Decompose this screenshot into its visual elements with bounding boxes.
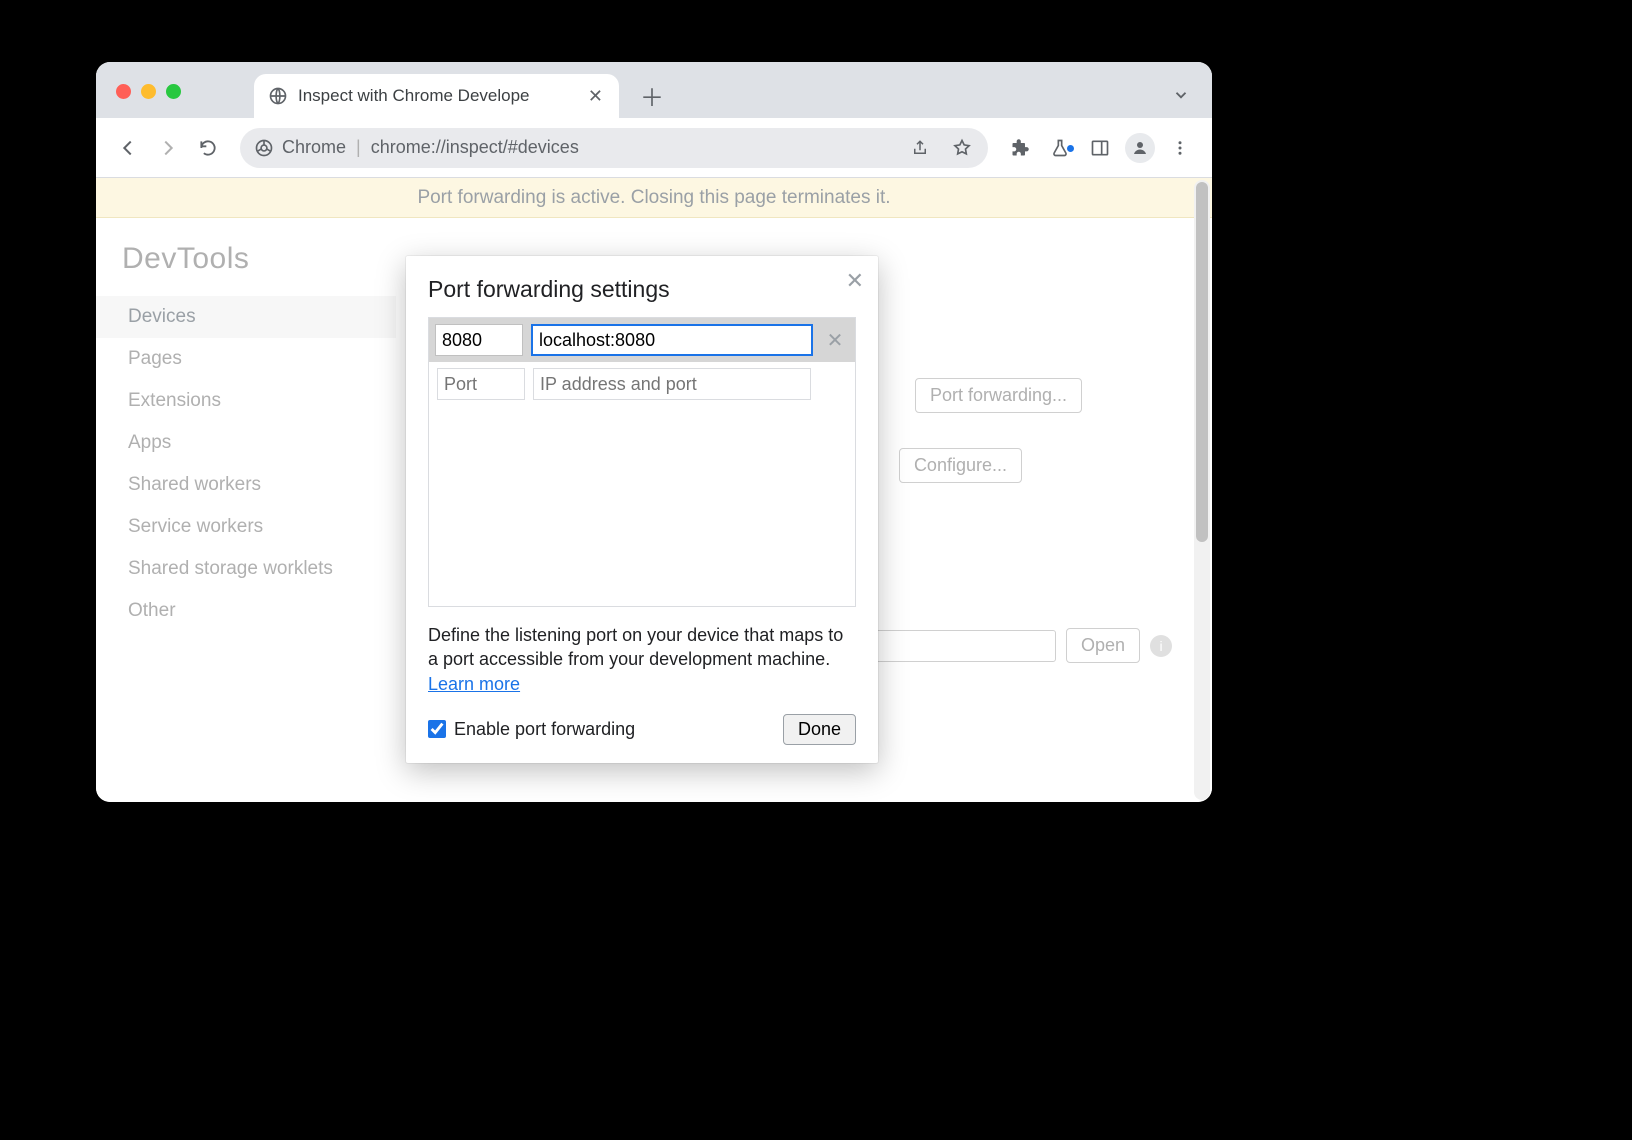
scrollbar[interactable] — [1194, 180, 1210, 800]
open-button[interactable]: Open — [1066, 628, 1140, 663]
site-chip-label: Chrome — [282, 137, 346, 158]
dialog-footer: Enable port forwarding Done — [428, 714, 856, 745]
profile-button[interactable] — [1122, 130, 1158, 166]
address-input[interactable] — [531, 324, 813, 356]
close-window-button[interactable] — [116, 84, 131, 99]
sidebar-item-service-workers[interactable]: Service workers — [122, 506, 396, 548]
content-area: Port forwarding is active. Closing this … — [96, 178, 1212, 802]
port-forwarding-button[interactable]: Port forwarding... — [915, 378, 1082, 413]
reload-button[interactable] — [190, 130, 226, 166]
info-icon[interactable]: i — [1150, 635, 1172, 657]
chrome-icon — [254, 138, 274, 158]
maximize-window-button[interactable] — [166, 84, 181, 99]
window-controls — [116, 84, 181, 99]
enable-port-forwarding-checkbox[interactable]: Enable port forwarding — [428, 719, 635, 740]
enable-checkbox-label: Enable port forwarding — [454, 719, 635, 740]
sidebar-item-shared-workers[interactable]: Shared workers — [122, 464, 396, 506]
globe-icon — [268, 86, 288, 106]
rule-row-empty — [429, 362, 855, 406]
sidebar-item-shared-storage-worklets[interactable]: Shared storage worklets — [122, 548, 396, 590]
address-input-empty[interactable] — [533, 368, 811, 400]
minimize-window-button[interactable] — [141, 84, 156, 99]
forward-button[interactable] — [150, 130, 186, 166]
learn-more-link[interactable]: Learn more — [428, 674, 520, 694]
rule-row: ✕ — [429, 318, 855, 362]
banner-text: Port forwarding is active. Closing this … — [417, 187, 890, 209]
tab-title: Inspect with Chrome Develope — [298, 86, 576, 106]
toolbar: Chrome | chrome://inspect/#devices — [96, 118, 1212, 178]
url-text: chrome://inspect/#devices — [371, 137, 579, 158]
sidebar-item-devices[interactable]: Devices — [96, 296, 396, 338]
tabs-dropdown-icon[interactable] — [1172, 86, 1190, 104]
extensions-icon[interactable] — [1002, 130, 1038, 166]
share-icon[interactable] — [902, 130, 938, 166]
separator: | — [356, 137, 361, 158]
rules-list: ✕ — [428, 317, 856, 607]
titlebar: Inspect with Chrome Develope ✕ ＋ — [96, 62, 1212, 118]
back-button[interactable] — [110, 130, 146, 166]
sidebar-title: DevTools — [122, 242, 396, 276]
dialog-title: Port forwarding settings — [428, 276, 856, 303]
sidebar-item-pages[interactable]: Pages — [122, 338, 396, 380]
info-banner: Port forwarding is active. Closing this … — [96, 178, 1212, 218]
avatar-icon — [1125, 133, 1155, 163]
port-forwarding-dialog: ✕ Port forwarding settings ✕ Defin — [406, 256, 878, 763]
site-chip: Chrome — [254, 137, 346, 158]
close-tab-icon[interactable]: ✕ — [586, 86, 605, 107]
delete-rule-icon[interactable]: ✕ — [821, 328, 849, 353]
configure-button[interactable]: Configure... — [899, 448, 1022, 483]
sidebar-item-extensions[interactable]: Extensions — [122, 380, 396, 422]
port-input[interactable] — [435, 324, 523, 356]
port-input-empty[interactable] — [437, 368, 525, 400]
close-dialog-icon[interactable]: ✕ — [846, 268, 864, 294]
side-panel-icon[interactable] — [1082, 130, 1118, 166]
bookmark-icon[interactable] — [944, 130, 980, 166]
sidebar: DevTools DevicesPagesExtensionsAppsShare… — [96, 218, 406, 802]
labs-icon[interactable] — [1042, 130, 1078, 166]
scrollbar-thumb[interactable] — [1196, 182, 1208, 542]
sidebar-item-other[interactable]: Other — [122, 590, 396, 632]
dialog-description: Define the listening port on your device… — [428, 623, 856, 696]
dialog-description-text: Define the listening port on your device… — [428, 625, 843, 669]
sidebar-item-apps[interactable]: Apps — [122, 422, 396, 464]
page-body: DevTools DevicesPagesExtensionsAppsShare… — [96, 218, 1212, 802]
browser-tab[interactable]: Inspect with Chrome Develope ✕ — [254, 74, 619, 118]
overflow-menu-icon[interactable] — [1162, 130, 1198, 166]
browser-window: Inspect with Chrome Develope ✕ ＋ Chrome … — [96, 62, 1212, 802]
done-button[interactable]: Done — [783, 714, 856, 745]
address-bar[interactable]: Chrome | chrome://inspect/#devices — [240, 128, 988, 168]
new-tab-button[interactable]: ＋ — [635, 78, 669, 112]
enable-checkbox-input[interactable] — [428, 720, 446, 738]
